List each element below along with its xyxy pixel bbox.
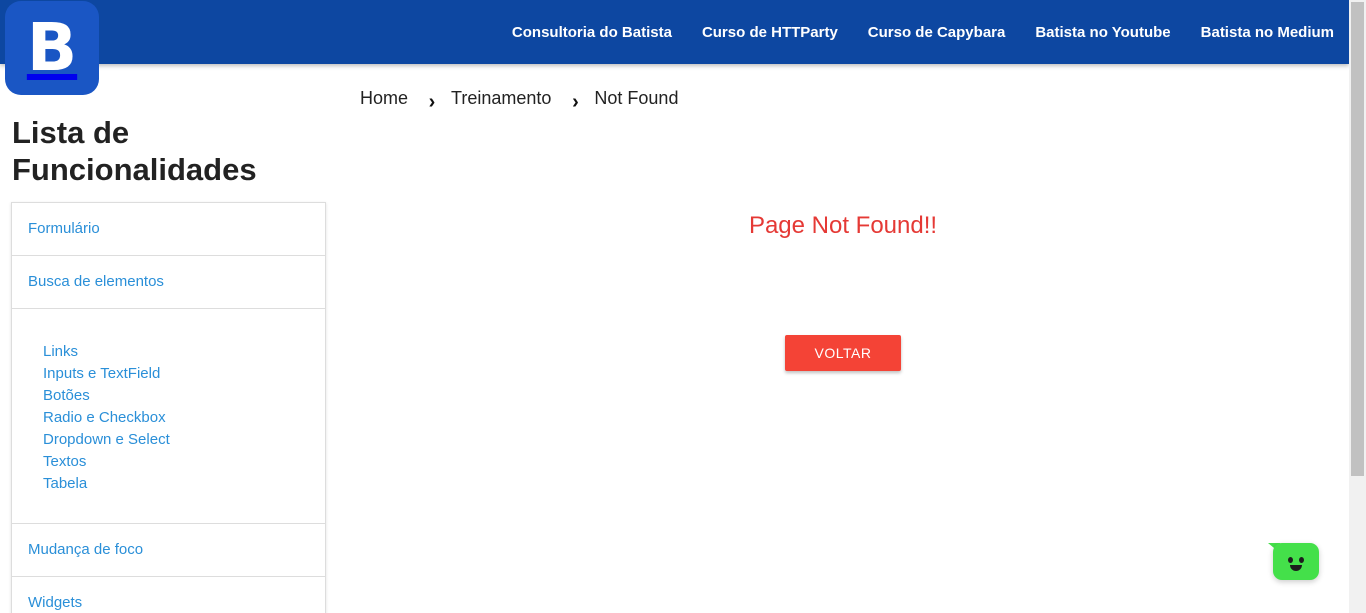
top-navbar: Consultoria do Batista Curso de HTTParty… <box>0 0 1349 64</box>
breadcrumb-treinamento[interactable]: Treinamento <box>451 88 551 109</box>
sidebar-title: Lista de Funcionalidades <box>12 115 257 187</box>
sidebar-item-widgets[interactable]: Widgets <box>12 577 325 613</box>
submenu-item-tabela[interactable]: Tabela <box>43 473 325 495</box>
voltar-button[interactable]: VOLTAR <box>785 335 901 371</box>
chevron-right-icon: › <box>572 90 579 113</box>
scrollbar-thumb[interactable] <box>1351 2 1364 476</box>
chat-widget-button[interactable] <box>1268 540 1320 582</box>
submenu-item-botoes[interactable]: Botões <box>43 385 325 407</box>
chat-smiley-icon <box>1273 543 1319 580</box>
sidebar-item-busca-elementos[interactable]: Busca de elementos <box>12 256 325 309</box>
chat-eye-right <box>1299 557 1304 563</box>
submenu-item-dropdown[interactable]: Dropdown e Select <box>43 429 325 451</box>
nav-link-capybara[interactable]: Curso de Capybara <box>868 24 1006 41</box>
busca-elementos-submenu: Links Inputs e TextField Botões Radio e … <box>12 309 325 524</box>
page-not-found-message: Page Not Found!! <box>748 212 938 239</box>
chat-eye-left <box>1288 557 1293 563</box>
breadcrumb-home[interactable]: Home <box>360 88 408 109</box>
nav-link-consultoria[interactable]: Consultoria do Batista <box>512 24 672 41</box>
page: Consultoria do Batista Curso de HTTParty… <box>0 0 1366 613</box>
nav-link-httparty[interactable]: Curso de HTTParty <box>702 24 838 41</box>
nav-link-youtube[interactable]: Batista no Youtube <box>1035 24 1170 41</box>
feature-list: Formulário Busca de elementos Links Inpu… <box>11 202 326 613</box>
submenu-item-links[interactable]: Links <box>43 341 325 363</box>
chat-mouth <box>1290 565 1302 571</box>
breadcrumb-current: Not Found <box>594 87 679 108</box>
breadcrumb: Home › Treinamento › Not Found <box>360 86 679 113</box>
chevron-right-icon: › <box>428 90 436 113</box>
logo-letter: B <box>26 9 78 86</box>
top-nav-links: Consultoria do Batista Curso de HTTParty… <box>482 0 1334 64</box>
brand-logo[interactable]: B <box>5 1 99 95</box>
submenu-item-inputs[interactable]: Inputs e TextField <box>43 363 325 385</box>
submenu-item-radio-checkbox[interactable]: Radio e Checkbox <box>43 407 325 429</box>
submenu-item-textos[interactable]: Textos <box>43 451 325 473</box>
page-scrollbar[interactable] <box>1349 0 1366 613</box>
sidebar-item-mudanca-foco[interactable]: Mudança de foco <box>12 524 325 577</box>
sidebar-item-formulario[interactable]: Formulário <box>12 203 325 256</box>
nav-link-medium[interactable]: Batista no Medium <box>1201 24 1334 41</box>
